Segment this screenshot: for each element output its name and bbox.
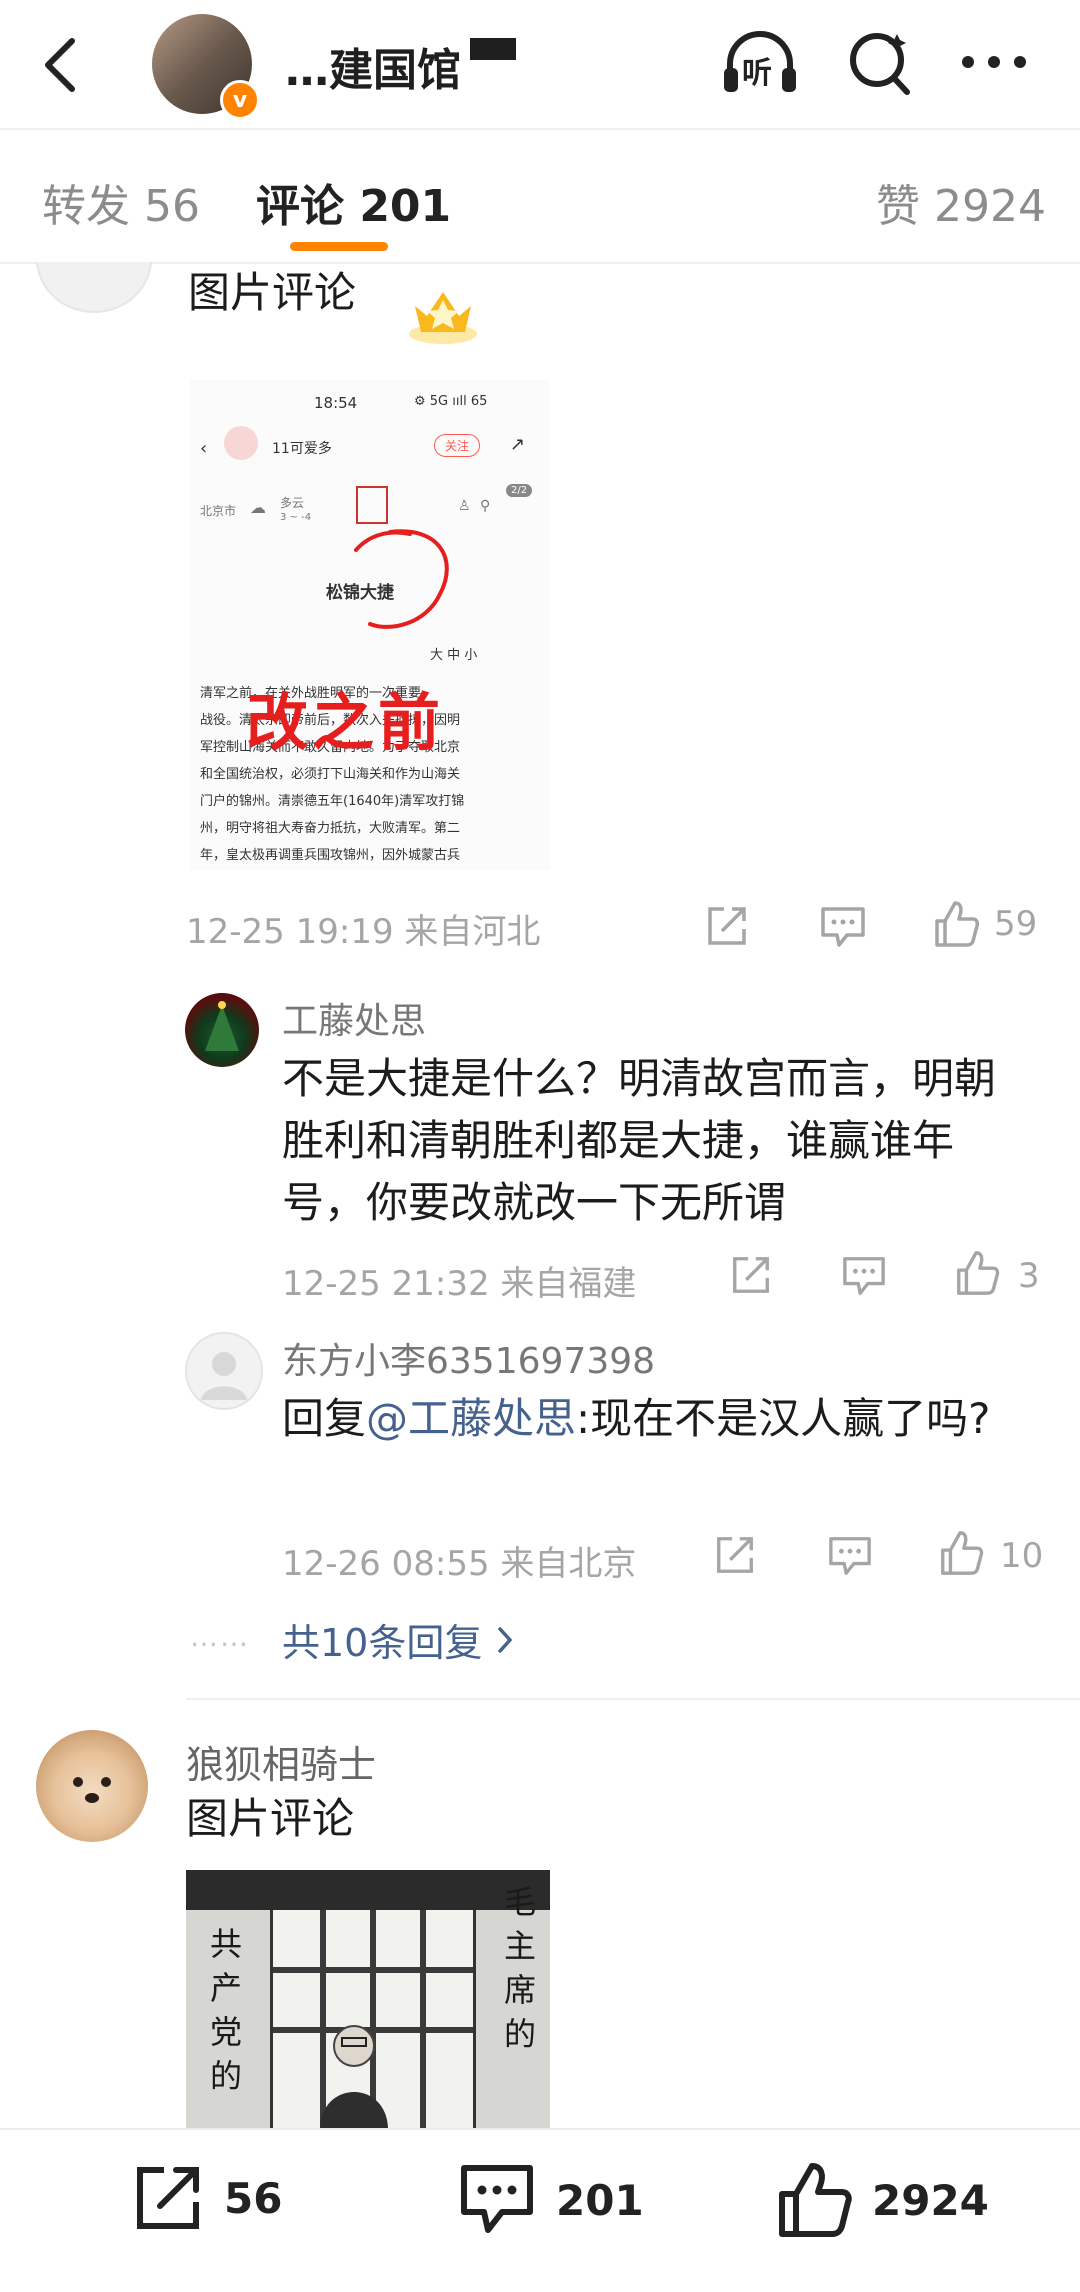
- reply-avatar[interactable]: [185, 993, 259, 1067]
- reply-meta: 12-25 21:32 来自福建: [282, 1264, 637, 1304]
- comment-button[interactable]: 201: [456, 2160, 644, 2240]
- more-replies-link[interactable]: 共10条回复: [282, 1612, 514, 1667]
- like-count: 10: [1000, 1536, 1044, 1576]
- image-cloud-icon: ☁: [250, 498, 266, 517]
- share-icon[interactable]: [728, 1252, 774, 1298]
- image-back-icon: ‹: [200, 438, 208, 459]
- status-icons: ⚙ 5G ııll 65: [414, 394, 488, 409]
- search-icon[interactable]: [845, 26, 915, 100]
- image-weather-city: 北京市: [200, 504, 237, 518]
- listen-icon[interactable]: 听: [718, 26, 802, 100]
- more-replies-label: 共10条回复: [282, 1621, 483, 1665]
- like-button[interactable]: 2924: [774, 2160, 989, 2240]
- gold-crown-badge-icon: [405, 284, 481, 348]
- account-name[interactable]: …建国馆: [285, 34, 461, 98]
- portrait-figure: [316, 2020, 392, 2128]
- reply-avatar[interactable]: [185, 1332, 263, 1410]
- reply-text: 不是大捷是什么？明清故宫而言，明朝胜利和清朝胜利都是大捷，谁赢谁年号，你要改就改…: [282, 1054, 997, 1227]
- image-follow-button: 关注: [434, 434, 481, 457]
- image-annotation-text: 改之前: [246, 686, 445, 759]
- tab-bar: 转发 56 评论 201 赞 2924: [0, 128, 1080, 264]
- image-user-avatar: [224, 426, 258, 460]
- more-replies-dots: ……: [190, 1620, 250, 1653]
- image-body-line: 年，皇太极再调重兵围攻锦州，因外城蒙古兵: [200, 848, 461, 863]
- share-icon[interactable]: [703, 902, 751, 950]
- like-icon: [779, 2163, 852, 2237]
- image-text-left: 共产党的: [210, 1925, 243, 2095]
- like-count: 59: [994, 904, 1038, 944]
- red-circle-annotation: [354, 529, 449, 629]
- reply-meta: 12-26 08:55 来自北京: [282, 1544, 637, 1584]
- reply-prefix: 回复: [282, 1394, 367, 1443]
- tab-comments[interactable]: 评论 201: [256, 170, 451, 234]
- image-weather-range: 3 ~ -4: [280, 512, 312, 523]
- name-redaction: [470, 38, 516, 60]
- image-top-border: [186, 1870, 550, 1910]
- back-icon[interactable]: [30, 30, 90, 100]
- image-text-right: 毛主席的: [504, 1883, 537, 2053]
- mention-link[interactable]: @工藤处思: [366, 1394, 576, 1443]
- comment-count: 201: [556, 2175, 644, 2225]
- repost-button[interactable]: 56: [130, 2160, 282, 2236]
- status-time: 18:54: [314, 394, 358, 412]
- top-navigation-bar: v …建国馆 听: [0, 0, 1080, 128]
- reply-username[interactable]: 东方小李6351697398: [282, 1332, 655, 1384]
- verified-badge: v: [220, 80, 260, 120]
- reply-text: 回复@工藤处思:现在不是汉人赢了吗?: [282, 1388, 1002, 1450]
- image-font-sizes: 大 中 小: [430, 648, 478, 663]
- image-share-icon: ↗: [510, 434, 526, 455]
- comment-meta: 12-25 19:19 来自河北: [186, 912, 541, 952]
- reply-icon[interactable]: [818, 902, 868, 950]
- image-page-indicator: 2/2: [506, 484, 533, 497]
- like-count: 3: [1018, 1256, 1040, 1296]
- reply-body: :现在不是汉人赢了吗?: [576, 1394, 991, 1443]
- image-user-name: 11可爱多: [272, 441, 332, 457]
- comment-image[interactable]: 共产党的 毛主席的: [186, 1870, 550, 2128]
- tab-reposts[interactable]: 转发 56: [42, 170, 200, 234]
- active-tab-indicator: [290, 242, 388, 251]
- reply-username[interactable]: 工藤处思: [282, 992, 426, 1044]
- commenter-avatar[interactable]: [36, 1730, 148, 1842]
- listen-label: 听: [742, 56, 772, 91]
- comment-divider: [186, 1698, 1080, 1700]
- like-count: 2924: [872, 2175, 989, 2225]
- commenter-username[interactable]: 狼狈相骑士: [186, 1734, 376, 1789]
- image-body-line: 和全国统治权，必须打下山海关和作为山海关: [200, 767, 461, 782]
- like-icon[interactable]: [936, 1528, 986, 1578]
- image-body-line: 门户的锦州。清崇德五年(1640年)清军攻打锦: [200, 794, 465, 809]
- reply-icon[interactable]: [826, 1532, 874, 1578]
- image-museum-logo-icon: [356, 486, 388, 524]
- like-icon[interactable]: [930, 898, 982, 950]
- image-person-icon: ♙: [458, 498, 471, 514]
- repost-icon: [137, 2167, 199, 2229]
- comment-image[interactable]: 18:54 ⚙ 5G ııll 65 ‹ 11可爱多 关注 ↗ 北京市 ☁ 多云…: [190, 380, 550, 870]
- bottom-action-bar: 56 201 2924: [0, 2128, 1080, 2292]
- share-icon[interactable]: [712, 1532, 758, 1578]
- image-search-icon: ⚲: [480, 498, 491, 514]
- image-weather: 多云: [280, 496, 305, 510]
- reply-icon[interactable]: [840, 1252, 888, 1298]
- comment-text: 图片评论: [188, 268, 357, 317]
- more-icon[interactable]: [958, 40, 1030, 84]
- repost-count: 56: [224, 2173, 283, 2223]
- comment-text: 图片评论: [186, 1794, 355, 1843]
- chevron-right-icon: [498, 1626, 513, 1653]
- tab-likes[interactable]: 赞 2924: [876, 170, 1046, 234]
- like-icon[interactable]: [952, 1248, 1002, 1298]
- comment-icon: [461, 2165, 533, 2233]
- image-body-line: 州，明守将祖大寿奋力抵抗，大败清军。第二: [200, 821, 461, 836]
